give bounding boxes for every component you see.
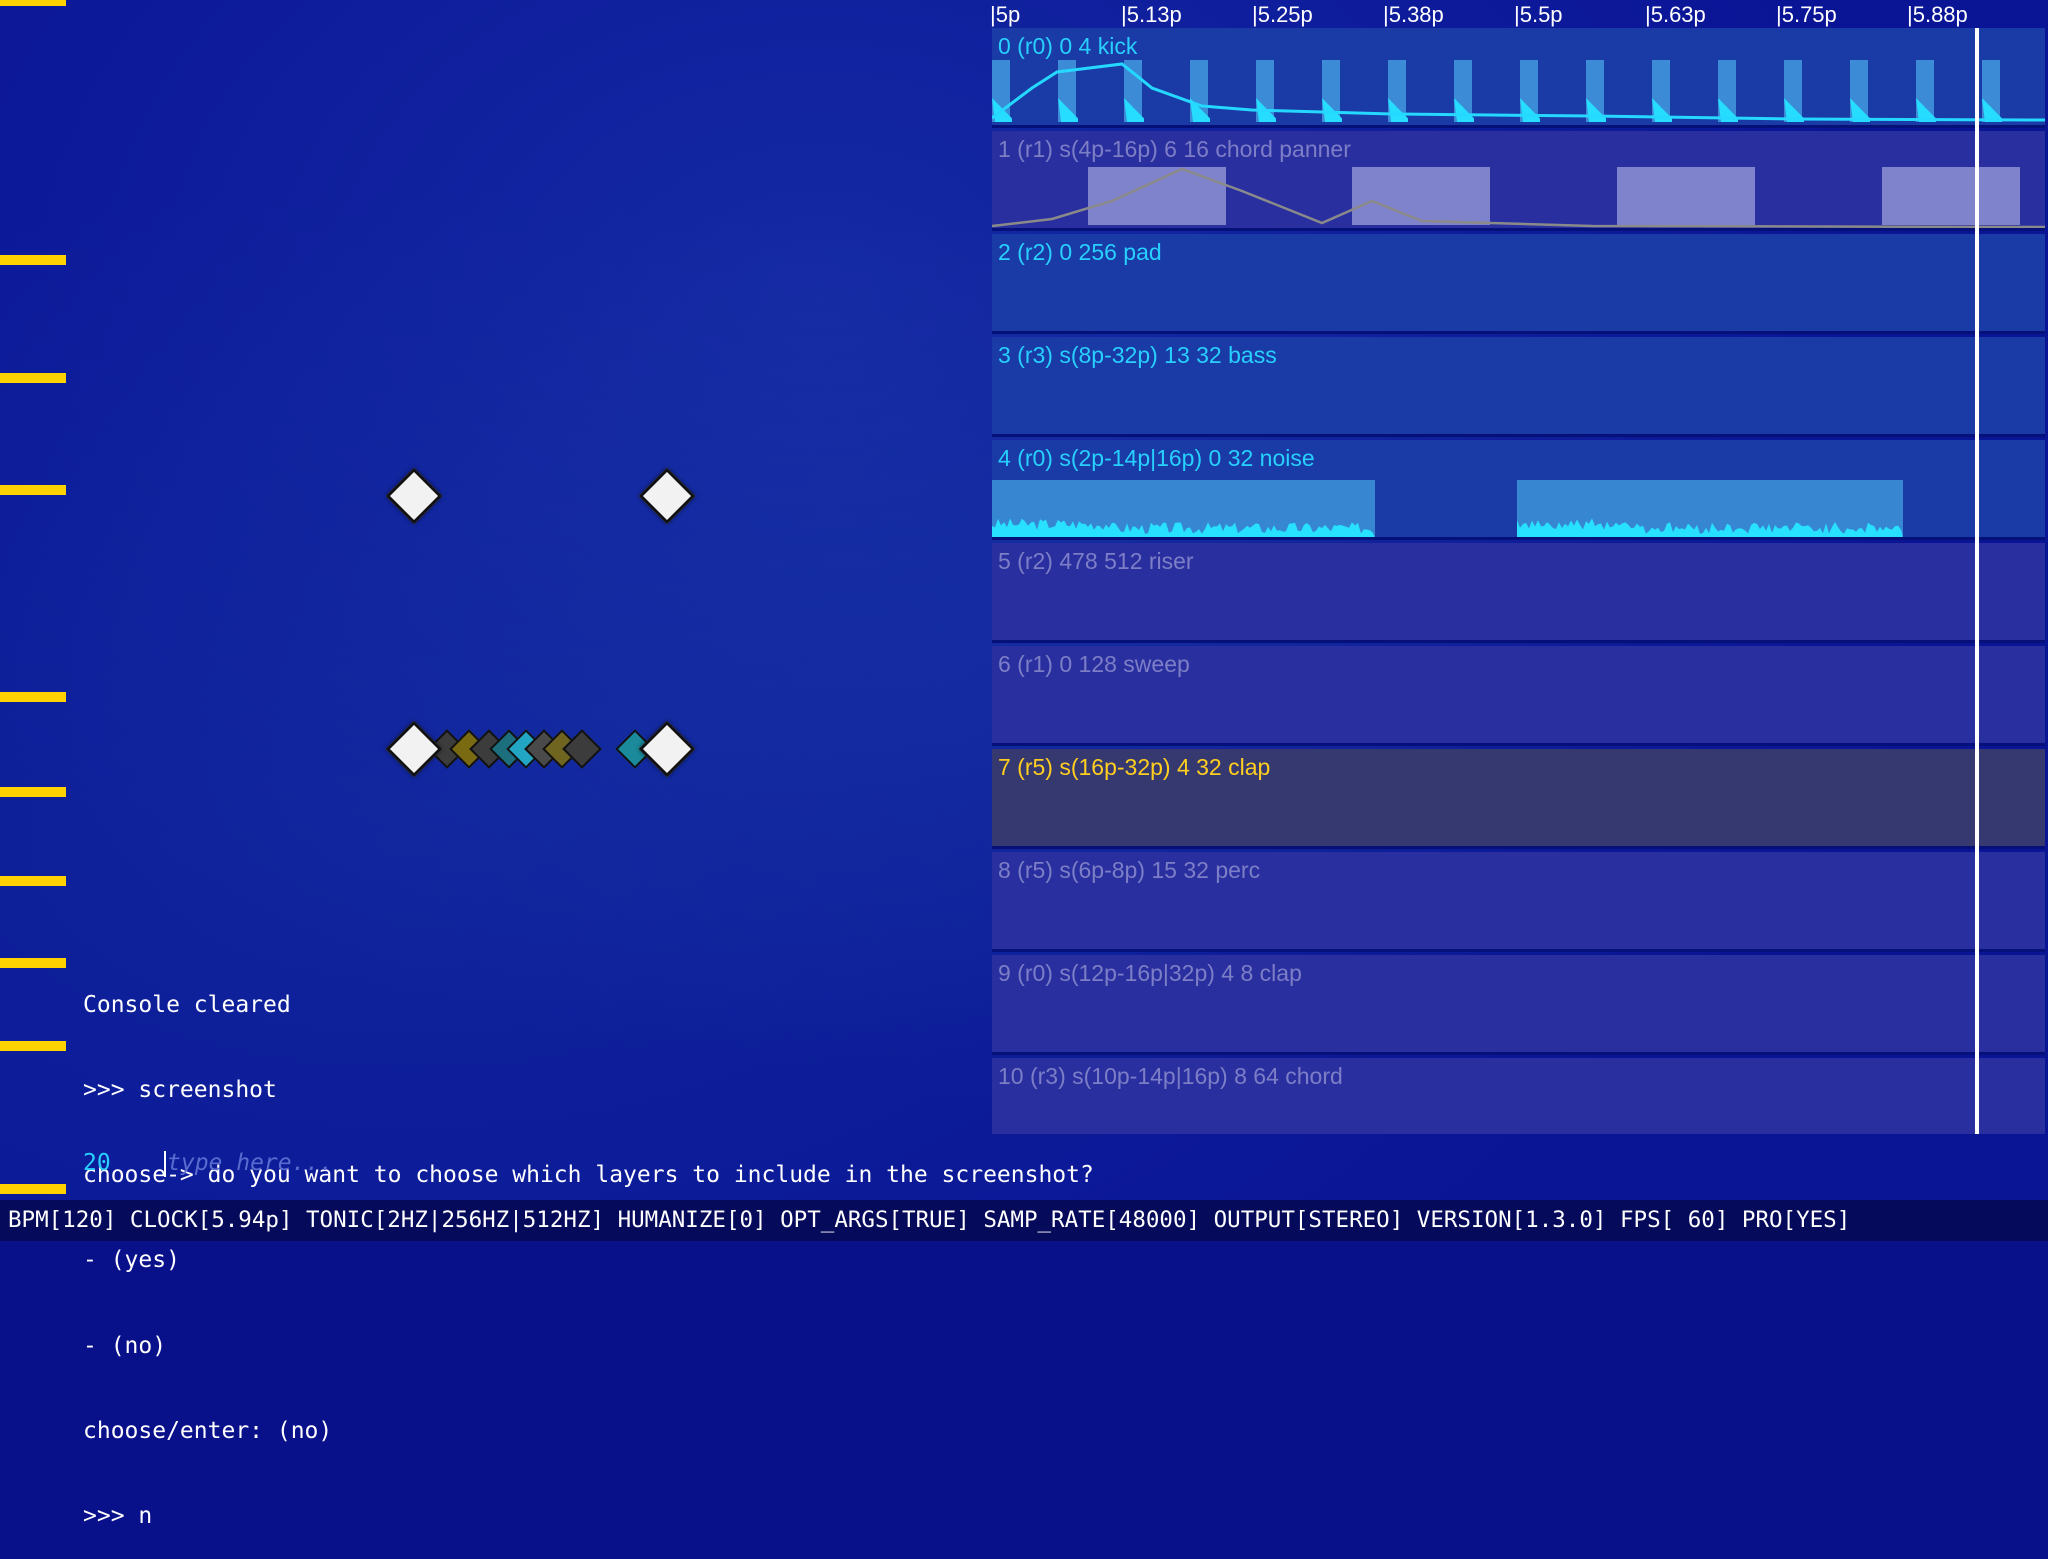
track-row[interactable]: 0 (r0) 0 4 kick	[992, 28, 2045, 128]
playhead[interactable]	[1975, 28, 1979, 1134]
console-line: choose/enter: (no)	[83, 1417, 333, 1444]
track-row[interactable]: 6 (r1) 0 128 sweep	[992, 646, 2045, 746]
text-caret	[164, 1151, 166, 1177]
track-row[interactable]: 2 (r2) 0 256 pad	[992, 234, 2045, 334]
track-row[interactable]: 8 (r5) s(6p-8p) 15 32 perc	[992, 852, 2045, 952]
ruler-label: |5.13p	[1121, 2, 1182, 27]
layer-marker	[0, 958, 66, 968]
layer-marker	[0, 1184, 66, 1194]
console-input-row[interactable]: 20 type here...	[83, 1150, 333, 1177]
track-label: 3 (r3) s(8p-32p) 13 32 bass	[998, 342, 1277, 368]
layer-marker	[0, 787, 66, 797]
track-label: 8 (r5) s(6p-8p) 15 32 perc	[998, 857, 1261, 883]
noise-waveform	[992, 518, 1903, 537]
track-label: 5 (r2) 478 512 riser	[998, 548, 1194, 574]
layer-marker	[0, 876, 66, 886]
status-bar: BPM[120] CLOCK[5.94p] TONIC[2HZ|256HZ|51…	[0, 1200, 2048, 1241]
console-output: Console cleared >>> screenshot choose-> …	[83, 934, 1094, 1559]
track-row[interactable]: 5 (r2) 478 512 riser	[992, 543, 2045, 643]
track-row[interactable]: 9 (r0) s(12p-16p|32p) 4 8 clap	[992, 955, 2045, 1055]
layer-marker	[0, 692, 66, 702]
console-line: - (no)	[83, 1332, 167, 1359]
ruler-label: |5.75p	[1776, 2, 1837, 27]
layer-marker	[0, 485, 66, 495]
track-row[interactable]: 3 (r3) s(8p-32p) 13 32 bass	[992, 337, 2045, 437]
panner-envelope	[992, 167, 2045, 228]
kick-waveform	[992, 62, 2045, 122]
track-row[interactable]: 4 (r0) s(2p-14p|16p) 0 32 noise	[992, 440, 2045, 540]
ruler-label: |5.25p	[1252, 2, 1313, 27]
console-line: Console cleared	[83, 991, 291, 1018]
status-text: BPM[120] CLOCK[5.94p] TONIC[2HZ|256HZ|51…	[8, 1207, 1851, 1233]
ruler-label: |5p	[990, 2, 1021, 27]
layer-marker	[0, 373, 66, 383]
ruler-label: |5.88p	[1907, 2, 1968, 27]
console-line: - (yes)	[83, 1247, 180, 1274]
ruler-label: |5.38p	[1383, 2, 1444, 27]
track-row[interactable]: 10 (r3) s(10p-14p|16p) 8 64 chord	[992, 1058, 2045, 1134]
layer-marker	[0, 255, 66, 265]
console-line: >>> n	[83, 1503, 153, 1530]
ruler-label: |5.5p	[1514, 2, 1563, 27]
track-label: 2 (r2) 0 256 pad	[998, 239, 1162, 265]
track-row[interactable]: 7 (r5) s(16p-32p) 4 32 clap	[992, 749, 2045, 849]
console-line: >>> screenshot	[83, 1077, 277, 1104]
timeline-ruler[interactable]: |5p |5.13p |5.25p |5.38p |5.5p |5.63p |5…	[990, 0, 2048, 28]
ruler-label: |5.63p	[1645, 2, 1706, 27]
layer-marker	[0, 0, 66, 6]
layer-marker	[0, 1041, 66, 1051]
line-number: 20	[83, 1150, 111, 1176]
track-label: 6 (r1) 0 128 sweep	[998, 651, 1190, 677]
console-input[interactable]: type here...	[167, 1150, 333, 1176]
track-row[interactable]: 1 (r1) s(4p-16p) 6 16 chord panner	[992, 131, 2045, 231]
track-label: 7 (r5) s(16p-32p) 4 32 clap	[998, 754, 1271, 780]
